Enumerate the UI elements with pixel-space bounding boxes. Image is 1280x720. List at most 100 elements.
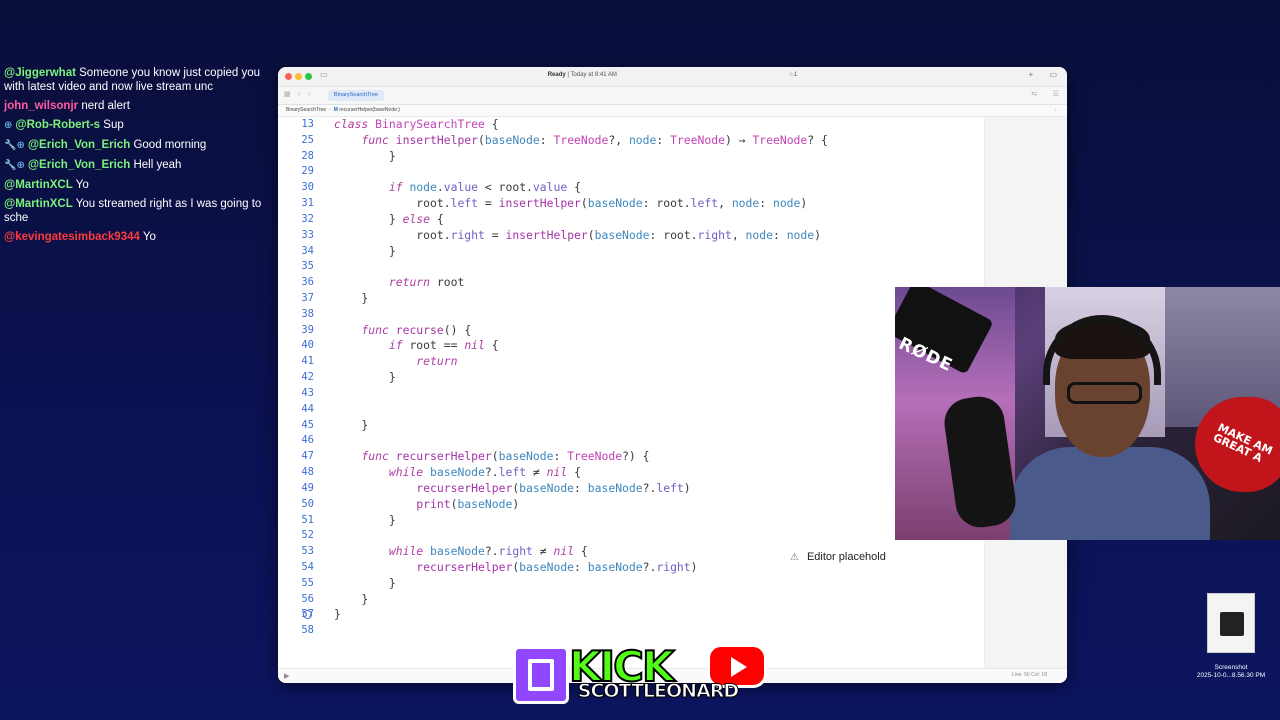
line-number[interactable]: 39: [278, 323, 314, 339]
code-line[interactable]: 13 class BinarySearchTree {: [278, 117, 985, 133]
code-line[interactable]: 50 print(baseNode): [278, 497, 985, 513]
line-number[interactable]: 13: [278, 117, 314, 133]
code-text[interactable]: func recurse() {: [334, 323, 471, 339]
code-line[interactable]: 48 while baseNode?.left ≠ nil {: [278, 465, 985, 481]
code-text[interactable]: if root == nil {: [334, 338, 499, 354]
code-text[interactable]: while baseNode?.left ≠ nil {: [334, 465, 581, 481]
code-text[interactable]: }: [334, 607, 341, 623]
editor-options-icon[interactable]: ☰: [1053, 90, 1059, 98]
screenshot-file-label[interactable]: Screenshot 2025-10-0...8.56.30 PM: [1186, 664, 1276, 680]
screenshot-file-icon[interactable]: [1207, 593, 1255, 653]
code-text[interactable]: if node.value < root.value {: [334, 180, 581, 196]
back-icon[interactable]: ‹: [298, 89, 301, 98]
code-text[interactable]: print(baseNode): [334, 497, 519, 513]
code-line[interactable]: 42 }: [278, 370, 985, 386]
code-text[interactable]: return: [334, 354, 457, 370]
code-line[interactable]: 31 root.left = insertHelper(baseNode: ro…: [278, 196, 985, 212]
code-text[interactable]: }: [334, 370, 396, 386]
line-number[interactable]: 28: [278, 149, 314, 165]
forward-icon[interactable]: ›: [308, 89, 311, 98]
line-number[interactable]: 42: [278, 370, 314, 386]
code-line[interactable]: 44: [278, 402, 985, 418]
line-number[interactable]: 58: [278, 623, 314, 639]
line-number[interactable]: 44: [278, 402, 314, 418]
code-text[interactable]: root.left = insertHelper(baseNode: root.…: [334, 196, 807, 212]
code-line[interactable]: 52: [278, 528, 985, 544]
chat-username[interactable]: @Erich_Von_Erich: [28, 139, 130, 151]
run-icon[interactable]: ▶: [284, 672, 289, 680]
code-line[interactable]: 49 recurserHelper(baseNode: baseNode?.le…: [278, 481, 985, 497]
line-number[interactable]: 53: [278, 544, 314, 560]
code-text[interactable]: }: [334, 244, 396, 260]
line-number[interactable]: 29: [278, 164, 314, 180]
code-line[interactable]: 30 if node.value < root.value {: [278, 180, 985, 196]
code-line[interactable]: 45 }: [278, 418, 985, 434]
code-line[interactable]: 58: [278, 623, 985, 639]
line-number[interactable]: 32: [278, 212, 314, 228]
line-number[interactable]: 33: [278, 228, 314, 244]
code-line[interactable]: 40 if root == nil {: [278, 338, 985, 354]
code-text[interactable]: recurserHelper(baseNode: baseNode?.right…: [334, 560, 697, 576]
code-line[interactable]: 41 return: [278, 354, 985, 370]
code-text[interactable]: func insertHelper(baseNode: TreeNode?, n…: [334, 133, 827, 149]
line-number[interactable]: 50: [278, 497, 314, 513]
grid-icon[interactable]: ▦: [284, 90, 291, 98]
line-number[interactable]: 25: [278, 133, 314, 149]
line-number[interactable]: 37: [278, 291, 314, 307]
line-number[interactable]: 38: [278, 307, 314, 323]
code-line[interactable]: 29: [278, 164, 985, 180]
chat-username[interactable]: @Erich_Von_Erich: [28, 159, 130, 171]
line-number[interactable]: 41: [278, 354, 314, 370]
code-line[interactable]: 56 }: [278, 592, 985, 608]
code-line[interactable]: 32 } else {: [278, 212, 985, 228]
code-text[interactable]: func recurserHelper(baseNode: TreeNode?)…: [334, 449, 649, 465]
code-line[interactable]: 35: [278, 259, 985, 275]
chat-username[interactable]: @Rob-Robert-s: [15, 119, 100, 131]
code-line[interactable]: 57}: [278, 607, 985, 623]
code-line[interactable]: 38: [278, 307, 985, 323]
jump-bar-symbol[interactable]: recurserHelper(baseNode:): [339, 107, 400, 113]
code-line[interactable]: 28 }: [278, 149, 985, 165]
code-line[interactable]: 55 }: [278, 576, 985, 592]
chat-username[interactable]: @Jiggerwhat: [4, 67, 76, 79]
line-number[interactable]: 54: [278, 560, 314, 576]
code-line[interactable]: 43: [278, 386, 985, 402]
chat-username[interactable]: john_wilsonjr: [4, 100, 78, 112]
code-text[interactable]: return root: [334, 275, 464, 291]
code-line[interactable]: 46: [278, 433, 985, 449]
code-text[interactable]: class BinarySearchTree {: [334, 117, 499, 133]
chat-username[interactable]: @kevingatesimback9344: [4, 231, 140, 243]
code-area[interactable]: 13 class BinarySearchTree { 25 func insert…: [278, 117, 985, 683]
line-number[interactable]: 52: [278, 528, 314, 544]
code-line[interactable]: 36 return root: [278, 275, 985, 291]
line-number[interactable]: 43: [278, 386, 314, 402]
code-line[interactable]: 51 }: [278, 513, 985, 529]
chat-username[interactable]: @MartinXCL: [4, 198, 73, 210]
code-text[interactable]: }: [334, 418, 368, 434]
code-text[interactable]: }: [334, 149, 396, 165]
line-number[interactable]: 45: [278, 418, 314, 434]
code-text[interactable]: recurserHelper(baseNode: baseNode?.left): [334, 481, 690, 497]
code-text[interactable]: } else {: [334, 212, 444, 228]
line-number[interactable]: 48: [278, 465, 314, 481]
code-text[interactable]: while baseNode?.right ≠ nil {: [334, 544, 588, 560]
code-line[interactable]: 37 }: [278, 291, 985, 307]
related-items-icon[interactable]: ⇆: [1031, 90, 1037, 98]
code-line[interactable]: 34 }: [278, 244, 985, 260]
line-number[interactable]: 46: [278, 433, 314, 449]
tab-binary-search-tree[interactable]: BinarySearchTree: [328, 90, 385, 101]
line-number[interactable]: 35: [278, 259, 314, 275]
jump-bar-file[interactable]: BinarySearchTree: [286, 107, 326, 113]
code-text[interactable]: }: [334, 513, 396, 529]
code-text[interactable]: root.right = insertHelper(baseNode: root…: [334, 228, 821, 244]
inspector-toggle-icon[interactable]: ▭: [1049, 70, 1057, 79]
line-number[interactable]: 47: [278, 449, 314, 465]
line-number[interactable]: 51: [278, 513, 314, 529]
code-line[interactable]: 47 func recurserHelper(baseNode: TreeNod…: [278, 449, 985, 465]
code-line[interactable]: 33 root.right = insertHelper(baseNode: r…: [278, 228, 985, 244]
code-text[interactable]: }: [334, 291, 368, 307]
line-number[interactable]: 31: [278, 196, 314, 212]
line-number[interactable]: 56: [278, 592, 314, 608]
line-number[interactable]: 40: [278, 338, 314, 354]
chat-username[interactable]: @MartinXCL: [4, 179, 73, 191]
